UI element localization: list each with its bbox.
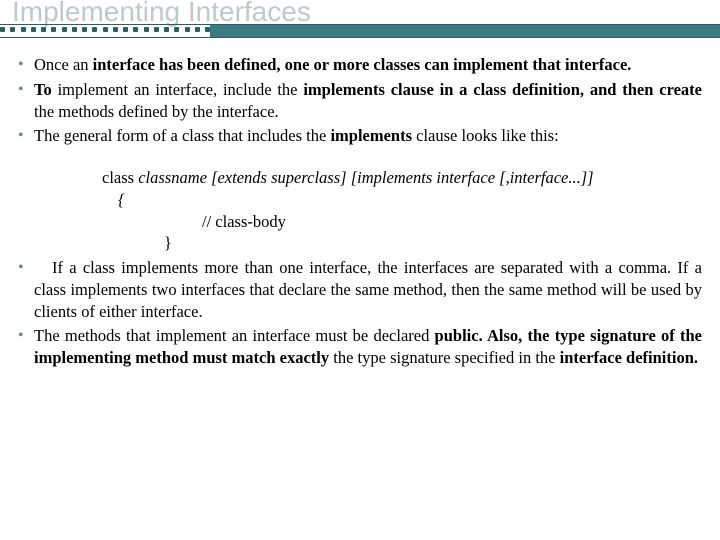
bullet-item: • The methods that implement an interfac… <box>18 325 702 369</box>
text: // class-body <box>202 212 286 231</box>
dot <box>82 27 87 32</box>
dot <box>113 27 118 32</box>
text-bold: implements clause in a class definition,… <box>303 80 702 99</box>
code-line: { <box>34 189 702 211</box>
bullet-item: • To implement an interface, include the… <box>18 79 702 123</box>
dot <box>10 27 15 32</box>
bullet-icon: • <box>18 80 24 99</box>
code-line: // class-body <box>34 211 702 233</box>
dot <box>133 27 138 32</box>
dot <box>123 27 128 32</box>
bullet-icon: • <box>18 258 24 277</box>
text: Once an <box>34 55 93 74</box>
bullet-icon: • <box>18 126 24 145</box>
dot <box>164 27 169 32</box>
code-block: class classname [extends superclass] [im… <box>18 167 702 254</box>
content-area: • Once an interface has been defined, on… <box>0 40 720 369</box>
slide: Implementing Interfaces • Once an interf… <box>0 0 720 540</box>
bullet-icon: • <box>18 326 24 345</box>
text-bold: interface definition. <box>560 348 698 367</box>
bullet-item: • Once an interface has been defined, on… <box>18 54 702 76</box>
text: If a class implements more than one inte… <box>34 258 702 321</box>
text: the methods defined by the interface. <box>34 102 279 121</box>
text: clause looks like this: <box>416 126 559 145</box>
title-bar: Implementing Interfaces <box>0 0 720 40</box>
bullet-item: • If a class implements more than one in… <box>18 257 702 322</box>
dot <box>195 27 200 32</box>
text: the type signature specified in the <box>333 348 559 367</box>
code-line: class classname [extends superclass] [im… <box>34 167 702 189</box>
text-bold: To <box>34 80 58 99</box>
text: implement an interface, include the <box>58 80 304 99</box>
dot <box>41 27 46 32</box>
bullet-item: • The general form of a class that inclu… <box>18 125 702 147</box>
rule-bottom <box>0 37 720 38</box>
dot <box>21 27 26 32</box>
dot <box>144 27 149 32</box>
text: } <box>164 233 172 252</box>
dot <box>62 27 67 32</box>
bullet-icon: • <box>18 55 24 74</box>
code-line: } <box>34 232 702 254</box>
text-italic: { <box>118 190 125 209</box>
dot <box>185 27 190 32</box>
text-italic: classname [extends superclass] [implemen… <box>138 168 593 187</box>
dot <box>51 27 56 32</box>
title-decoration <box>0 24 720 40</box>
text: class <box>102 168 138 187</box>
text: The general form of a class that include… <box>34 126 330 145</box>
teal-bar <box>210 25 720 37</box>
dot <box>31 27 36 32</box>
dot <box>72 27 77 32</box>
text-bold: implements <box>330 126 416 145</box>
dot <box>103 27 108 32</box>
dot <box>174 27 179 32</box>
dots-row <box>0 27 210 32</box>
dot <box>92 27 97 32</box>
dot <box>154 27 159 32</box>
dot <box>0 27 5 32</box>
bullet-list: • Once an interface has been defined, on… <box>18 54 702 369</box>
text: The methods that implement an interface … <box>34 326 435 345</box>
text-bold: interface has been defined, one or more … <box>93 55 632 74</box>
